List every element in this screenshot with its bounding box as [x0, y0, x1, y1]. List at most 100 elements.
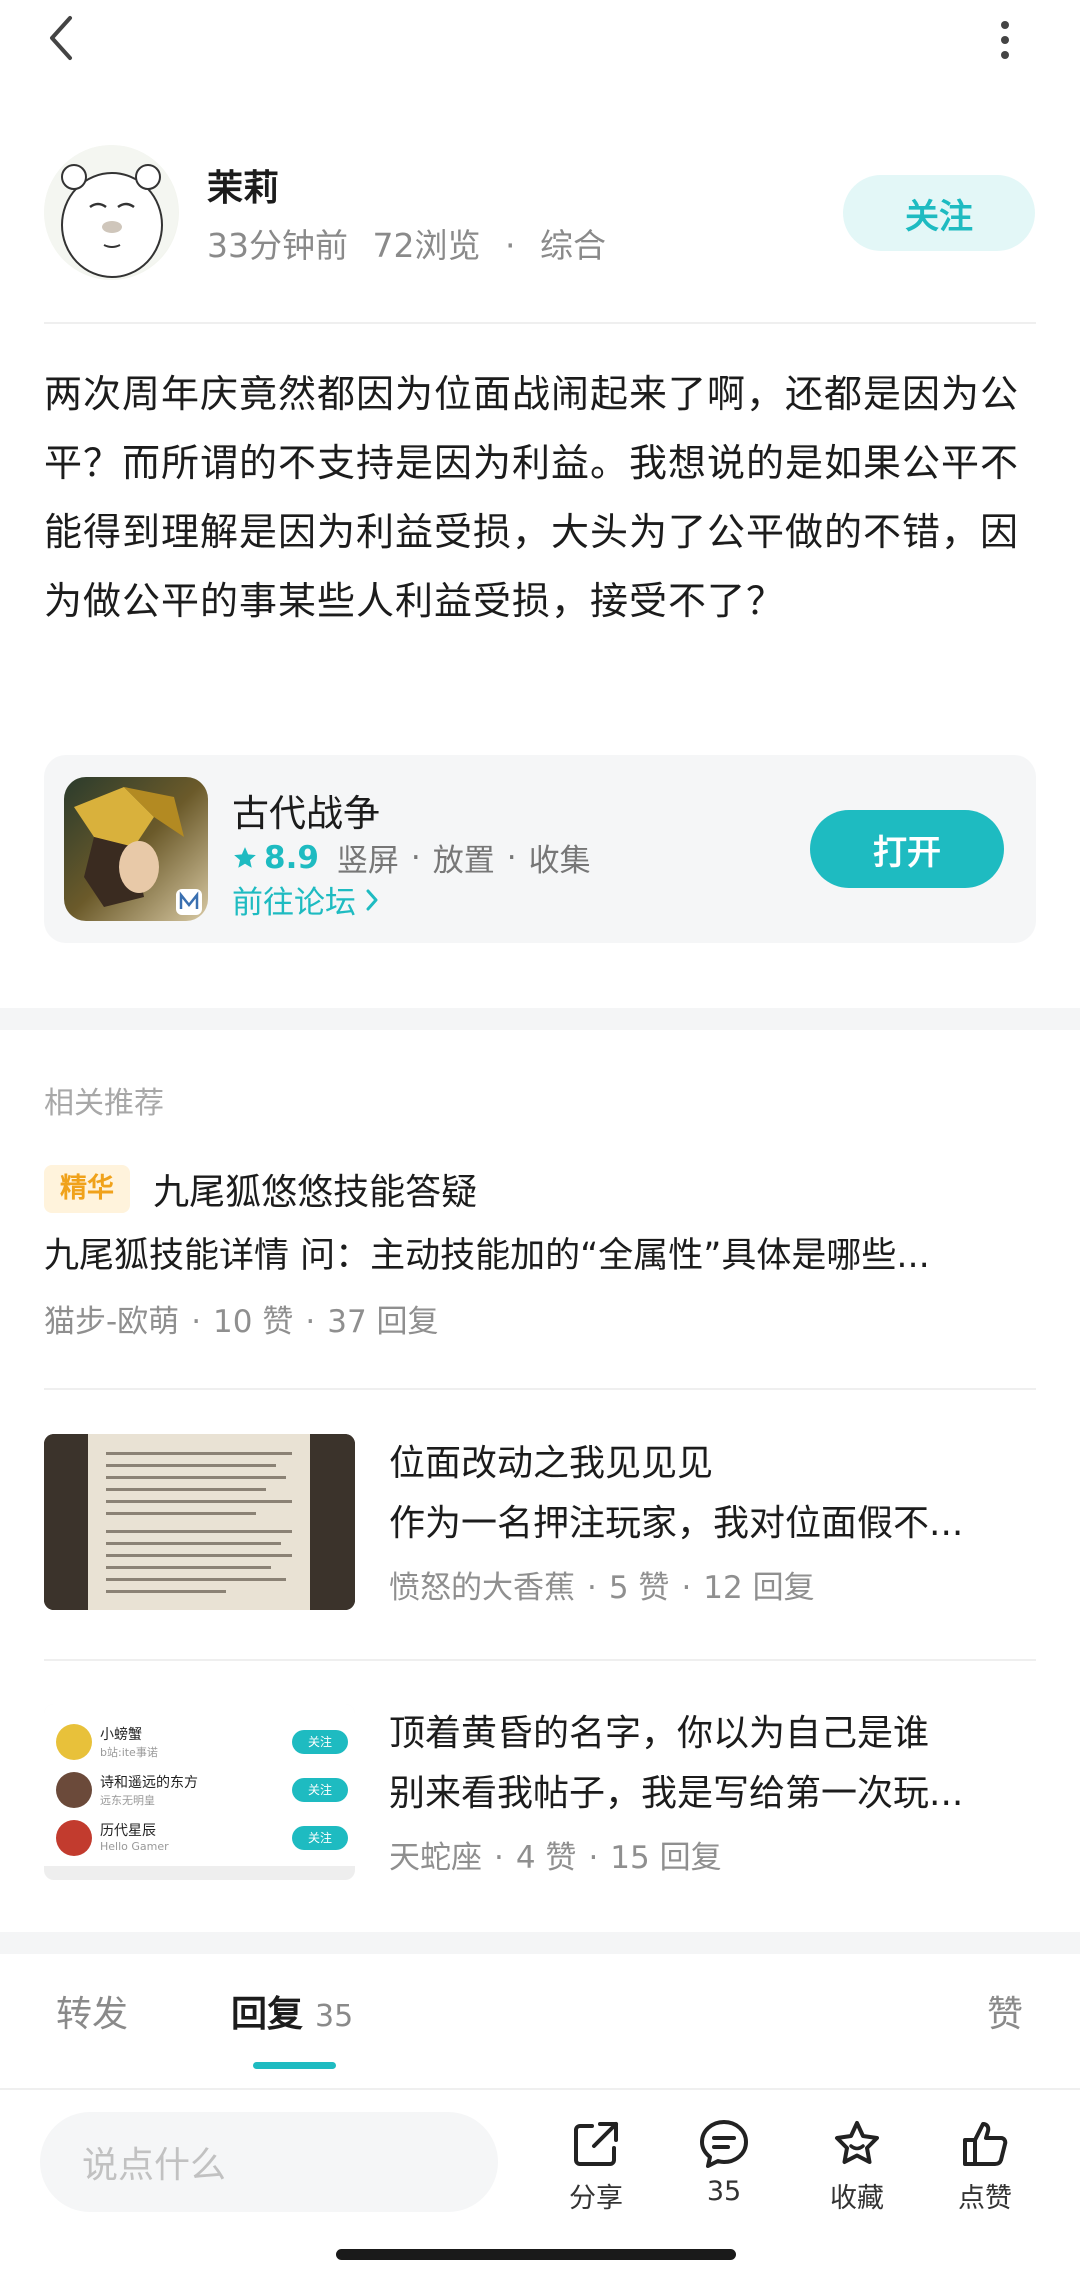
tab-indicator [253, 2062, 336, 2069]
top-bar [0, 0, 1080, 80]
thumb-follow-button: 关注 [292, 1778, 348, 1802]
related-post-item[interactable]: 位面改动之我见见见 作为一名押注玩家，我对位面假不... 愤怒的大香蕉 · 5 赞 ·… [44, 1434, 1036, 1610]
avatar [56, 1724, 92, 1760]
share-button[interactable]: 分享 [551, 2118, 641, 2228]
tab-reply-label: 回复 [231, 1994, 304, 2035]
tag-separator: · [410, 839, 421, 876]
related-post-meta: 天蛇座 · 4 赞 · 15 回复 [389, 1840, 722, 1876]
game-rating-value: 8.9 [264, 839, 319, 876]
game-tag: 放置 [432, 843, 495, 879]
tab-reply[interactable]: 回复 35 [231, 1985, 353, 2037]
thumb-user-name: 小螃蟹 [100, 1727, 142, 1743]
related-post-author: 天蛇座 [389, 1840, 482, 1876]
post-category[interactable]: 综合 [540, 226, 606, 265]
follow-button[interactable]: 关注 [843, 175, 1035, 251]
related-post-title: 位面改动之我见见见 [389, 1443, 714, 1484]
related-post-author: 猫步-欧萌 [44, 1304, 180, 1340]
share-label: 分享 [569, 2183, 623, 2214]
related-post-replies: 12 回复 [703, 1570, 815, 1606]
thumbs-up-icon [963, 2122, 1008, 2166]
like-button[interactable]: 点赞 [940, 2118, 1030, 2228]
related-post-text: 顶着黄昏的名字，你以为自己是谁 别来看我帖子，我是写给第一次玩... 天蛇座 · 4… [389, 1704, 1054, 1877]
game-tags: 8.9 竖屏 · 放置 · 收集 [232, 835, 591, 880]
post-views: 72浏览 [372, 226, 481, 265]
tag-separator: · [506, 839, 517, 876]
related-post-likes: 10 赞 [213, 1304, 294, 1340]
comment-input[interactable]: 说点什么 [40, 2112, 498, 2212]
game-tag: 收集 [528, 843, 591, 879]
forum-link[interactable]: 前往论坛 [232, 877, 382, 922]
home-indicator[interactable] [336, 2249, 736, 2260]
thumb-user-name: 诗和遥远的东方 [100, 1775, 198, 1791]
related-post-likes: 4 赞 [515, 1840, 577, 1876]
comments-button[interactable]: 35 [679, 2118, 769, 2228]
post-time: 33分钟前 [207, 226, 348, 265]
section-divider [0, 1008, 1080, 1030]
thumb-user-row: 小螃蟹 b站:ite事诺 关注 [56, 1722, 348, 1764]
tab-reply-count: 35 [315, 1999, 354, 2034]
meta-separator: · [505, 226, 516, 265]
divider [44, 1659, 1036, 1661]
favorite-label: 收藏 [830, 2183, 884, 2214]
post-meta: 33分钟前 72浏览 · 综合 [207, 219, 606, 267]
more-vertical-icon [1001, 21, 1009, 59]
related-post-title: 九尾狐悠悠技能答疑 [153, 1172, 478, 1213]
game-logo-icon [64, 777, 208, 921]
related-post-excerpt: 别来看我帖子，我是写给第一次玩... [389, 1773, 964, 1814]
forum-link-label: 前往论坛 [232, 885, 356, 921]
featured-badge: 精华 [44, 1165, 130, 1213]
avatar [56, 1772, 92, 1808]
game-card[interactable]: 古代战争 8.9 竖屏 · 放置 · 收集 前往论坛 打开 [44, 755, 1036, 943]
document-thumbnail-icon [44, 1434, 355, 1610]
related-post-thumbnail: 小螃蟹 b站:ite事诺 关注 诗和遥远的东方 远东无明皇 关注 历代星辰 He… [44, 1704, 355, 1880]
favorite-button[interactable]: 收藏 [812, 2118, 902, 2228]
thumb-user-row: 诗和遥远的东方 远东无明皇 关注 [56, 1770, 348, 1812]
tab-repost[interactable]: 转发 [56, 1985, 128, 2037]
bottom-action-bar: 说点什么 分享 35 收藏 点赞 [0, 2088, 1080, 2238]
related-post-replies: 15 回复 [610, 1840, 722, 1876]
thumb-footer [44, 1866, 355, 1880]
thumb-user-sub: 远东无明皇 [100, 1794, 155, 1807]
related-post-likes: 5 赞 [608, 1570, 670, 1606]
like-label: 点赞 [958, 2183, 1012, 2214]
related-post-item[interactable]: 精华 九尾狐悠悠技能答疑 九尾狐技能详情 问：主动技能加的“全属性”具体是哪些.… [44, 1163, 1036, 1341]
section-divider [0, 1932, 1080, 1954]
related-section-title: 相关推荐 [44, 1086, 164, 1121]
game-tag: 竖屏 [336, 843, 399, 879]
divider [44, 322, 1036, 324]
related-post-item[interactable]: 小螃蟹 b站:ite事诺 关注 诗和遥远的东方 远东无明皇 关注 历代星辰 He… [44, 1704, 1036, 1880]
game-icon [64, 777, 208, 921]
bear-avatar-icon [44, 145, 178, 279]
comment-icon [700, 2120, 748, 2168]
chevron-right-icon [366, 889, 378, 910]
related-post-meta: 愤怒的大香蕉 · 5 赞 · 12 回复 [389, 1570, 815, 1606]
related-post-replies: 37 回复 [327, 1304, 439, 1340]
post-content: 两次周年庆竟然都因为位面战闹起来了啊，还都是因为公平？而所谓的不支持是因为利益。… [44, 372, 1020, 623]
related-post-title: 顶着黄昏的名字，你以为自己是谁 [389, 1713, 930, 1754]
divider [44, 1388, 1036, 1390]
related-post-text: 位面改动之我见见见 作为一名押注玩家，我对位面假不... 愤怒的大香蕉 · 5 赞 ·… [389, 1434, 1054, 1607]
more-options-button[interactable] [980, 10, 1030, 70]
related-post-thumbnail [44, 1434, 355, 1610]
thumb-follow-button: 关注 [292, 1826, 348, 1850]
thumb-user-name: 历代星辰 [100, 1823, 156, 1839]
game-rating: 8.9 [232, 840, 319, 876]
user-list-thumbnail: 小螃蟹 b站:ite事诺 关注 诗和遥远的东方 远东无明皇 关注 历代星辰 He… [44, 1704, 355, 1880]
comment-tabs: 转发 回复 35 赞 [0, 1955, 1080, 2070]
related-post-excerpt: 作为一名押注玩家，我对位面假不... [389, 1503, 964, 1544]
thumb-user-sub: Hello Gamer [100, 1840, 169, 1853]
author-name[interactable]: 茉莉 [207, 159, 279, 211]
back-button[interactable] [36, 8, 86, 68]
star-icon [234, 846, 256, 868]
star-outline-icon [835, 2121, 879, 2164]
game-name: 古代战争 [232, 792, 380, 835]
share-icon [574, 2122, 618, 2166]
tab-like[interactable]: 赞 [987, 1985, 1023, 2037]
open-game-button[interactable]: 打开 [810, 810, 1004, 888]
author-header: 茉莉 33分钟前 72浏览 · 综合 关注 [44, 145, 1044, 280]
comments-count: 35 [706, 2176, 742, 2207]
avatar [56, 1820, 92, 1856]
avatar[interactable] [44, 145, 179, 280]
thumb-follow-button: 关注 [292, 1730, 348, 1754]
thumb-user-sub: b站:ite事诺 [100, 1746, 158, 1759]
